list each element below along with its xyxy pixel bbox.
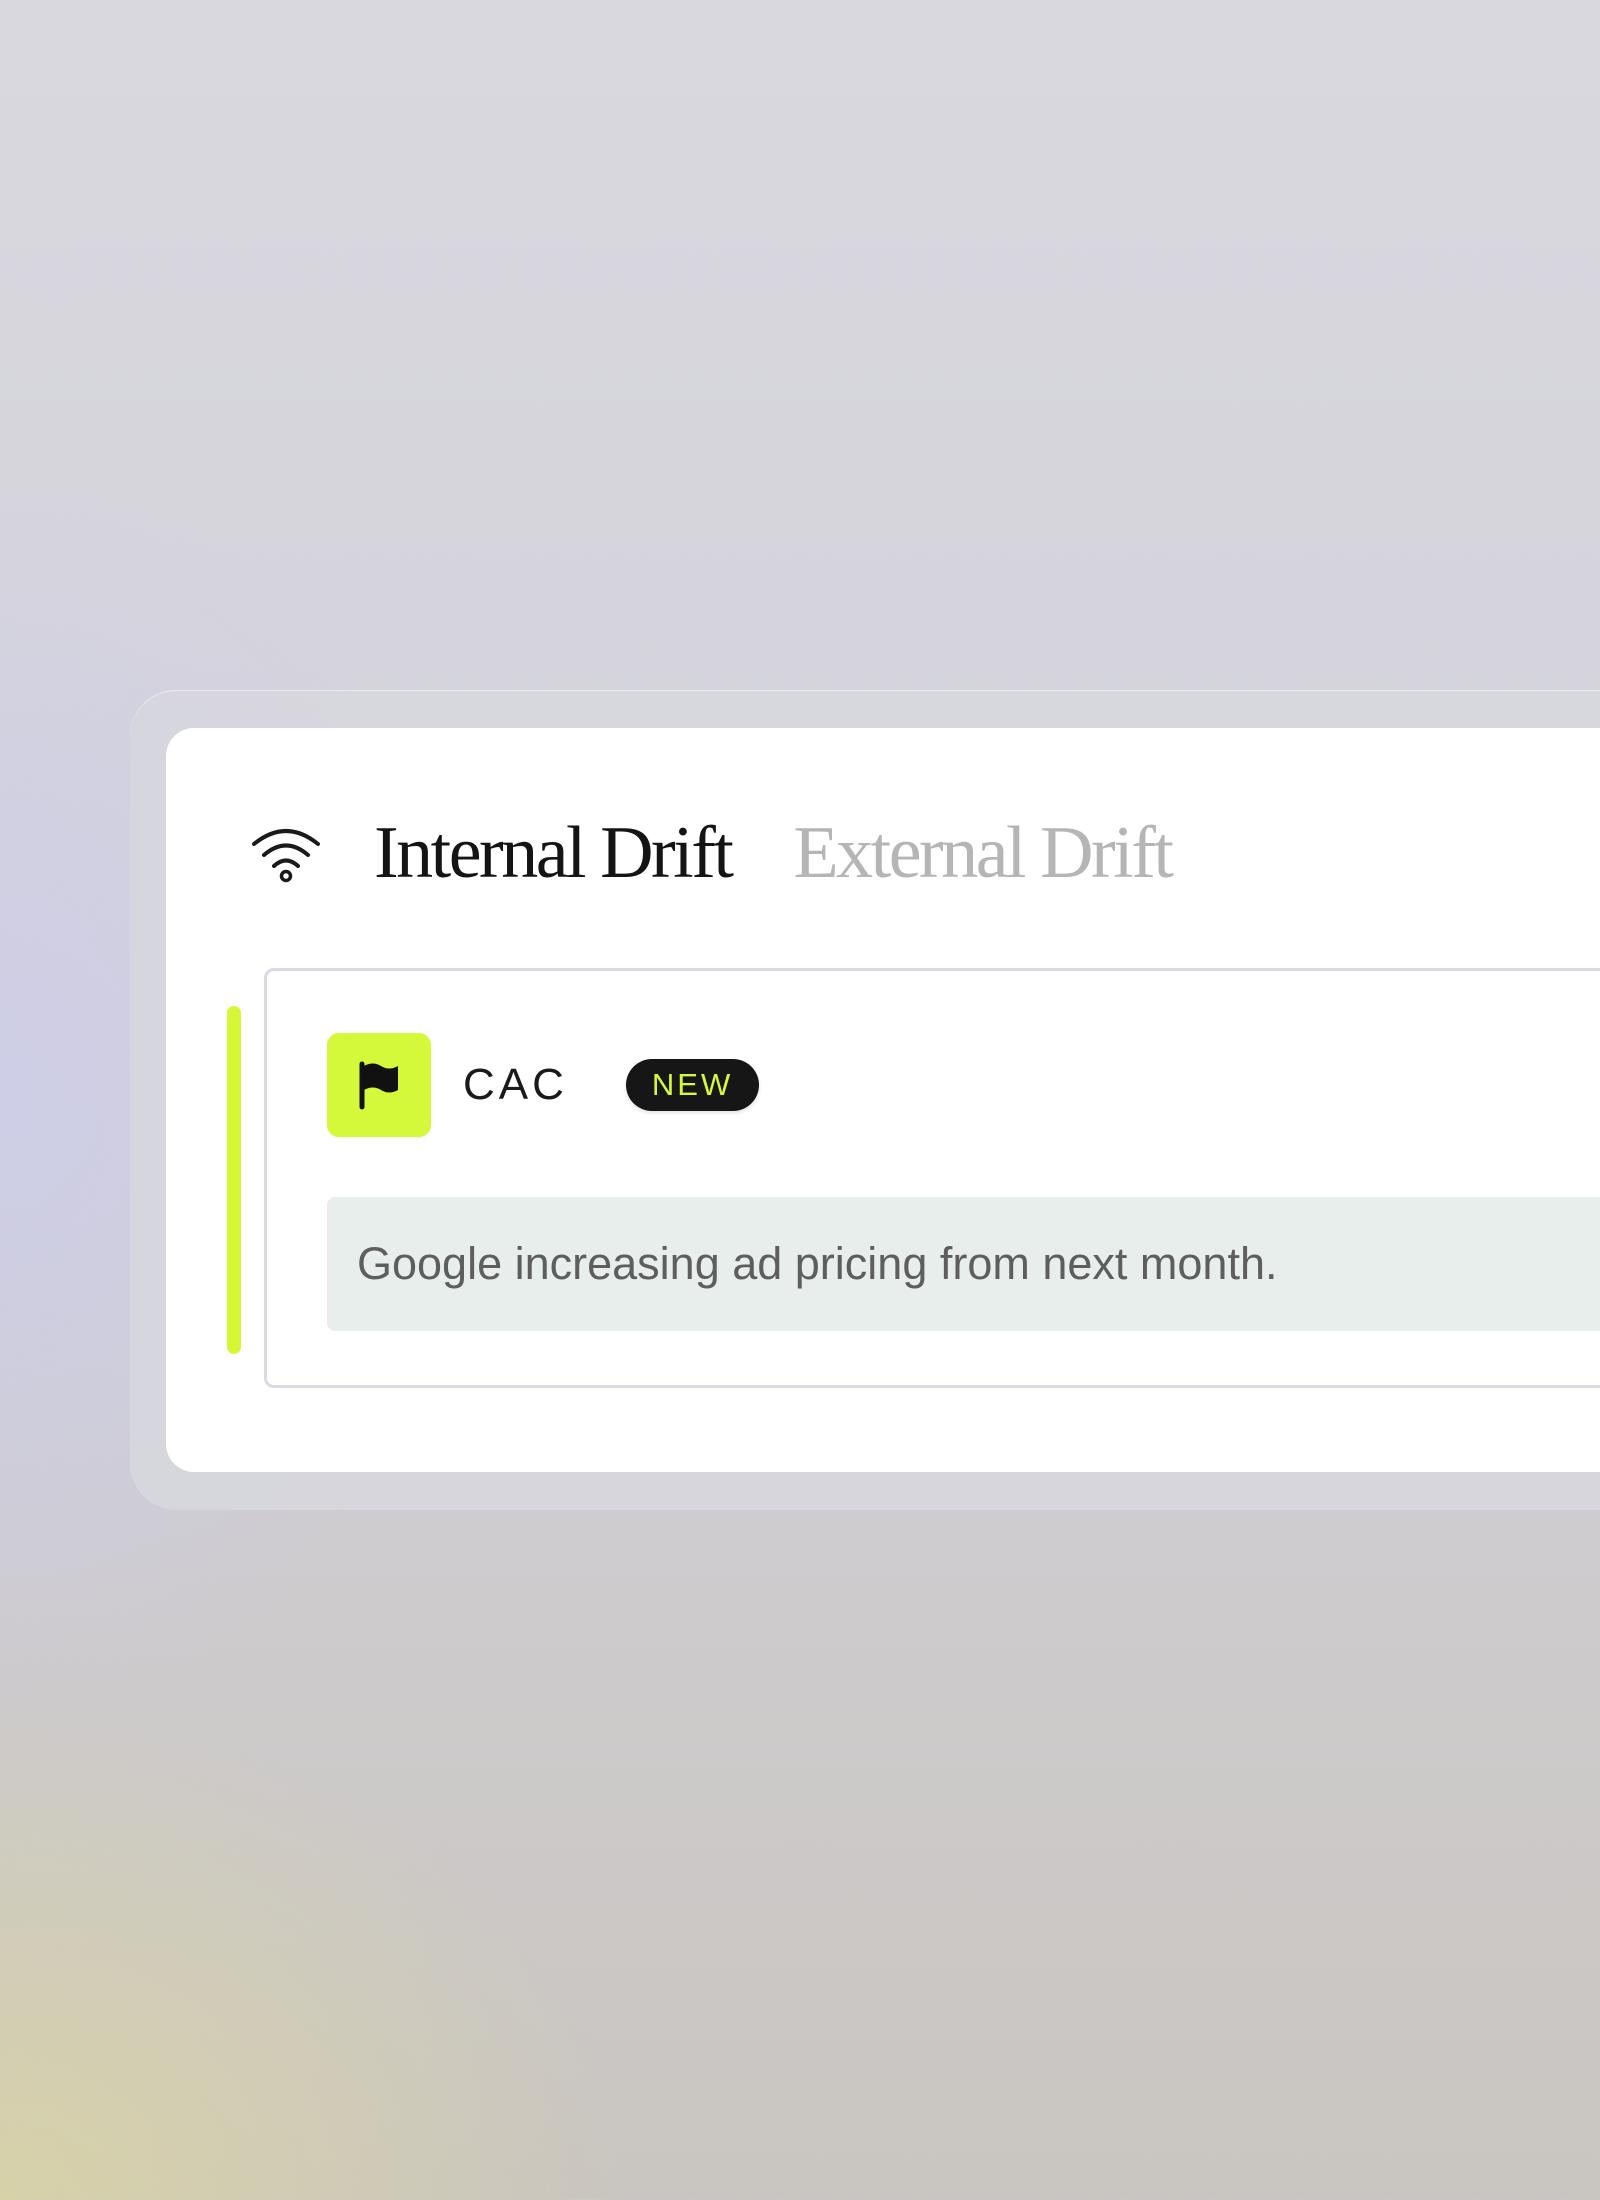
tab-external-drift[interactable]: External Drift <box>793 816 1174 890</box>
drift-item-header: CAC NEW <box>327 1033 760 1137</box>
wifi-icon <box>248 820 324 886</box>
selection-indicator <box>227 1006 241 1354</box>
metric-name: CAC <box>463 1060 568 1109</box>
drift-message: Google increasing ad pricing from next m… <box>327 1197 1600 1331</box>
tab-internal-drift[interactable]: Internal Drift <box>374 816 734 890</box>
new-badge: NEW <box>625 1059 760 1111</box>
drift-tabs: Internal Drift External Drift <box>248 808 1174 898</box>
flag-icon <box>327 1033 431 1137</box>
drift-item-card[interactable]: CAC NEW Google increasing ad pricing fro… <box>264 968 1600 1388</box>
